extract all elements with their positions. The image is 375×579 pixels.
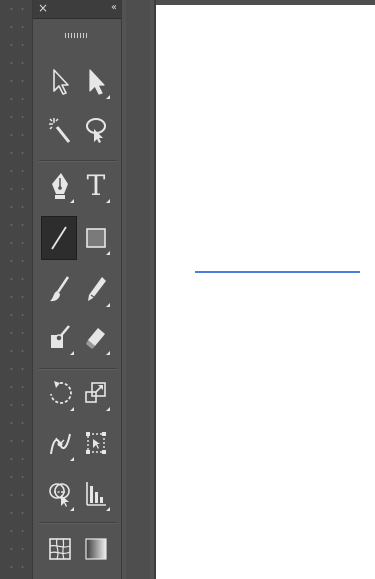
tools-panel: × ‹‹ T xyxy=(32,0,122,579)
free-transform-icon xyxy=(86,432,106,454)
tool-flyout-indicator xyxy=(70,457,74,461)
close-icon[interactable]: × xyxy=(38,1,48,15)
tool-flyout-indicator xyxy=(106,199,110,203)
eraser-tool[interactable] xyxy=(79,318,113,358)
toolbar-separator xyxy=(39,522,117,523)
lasso-tool[interactable] xyxy=(79,110,113,150)
scale-tool[interactable] xyxy=(79,374,113,414)
width-tool[interactable] xyxy=(43,424,77,464)
tool-flyout-indicator xyxy=(70,407,74,411)
type-tool[interactable]: T xyxy=(79,166,113,206)
gradient-icon xyxy=(85,538,107,560)
pencil-icon xyxy=(88,277,106,301)
white-arrow-pointer-icon xyxy=(89,69,105,95)
rectangle-tool[interactable] xyxy=(79,218,113,258)
toolbar-separator xyxy=(39,368,117,369)
ruler-dots xyxy=(10,0,13,579)
paintbrush-tool[interactable] xyxy=(43,270,77,310)
dock-strip xyxy=(126,0,150,579)
tool-flyout-indicator xyxy=(106,507,110,511)
arrow-pointer-icon xyxy=(53,69,69,95)
tool-flyout-indicator xyxy=(70,199,74,203)
shape-builder-2-tool[interactable] xyxy=(43,474,77,514)
tool-flyout-indicator xyxy=(106,407,110,411)
graph-tool[interactable] xyxy=(79,474,113,514)
toolbar-separator xyxy=(39,160,117,161)
document-tab-edge xyxy=(156,0,375,5)
direct-selection-tool[interactable] xyxy=(79,62,113,102)
magic-wand-tool[interactable] xyxy=(43,110,77,150)
rotate-tool[interactable] xyxy=(43,374,77,414)
tool-flyout-indicator xyxy=(70,507,74,511)
tool-flyout-indicator xyxy=(70,351,74,355)
scale-icon xyxy=(85,382,106,403)
rectangle-icon xyxy=(86,228,106,248)
line-segment-icon xyxy=(51,226,67,250)
mesh-icon xyxy=(49,538,71,560)
tool-flyout-indicator xyxy=(106,303,110,307)
paintbrush-icon xyxy=(50,276,70,302)
lasso-icon xyxy=(86,118,106,143)
gradient-tool[interactable] xyxy=(79,530,113,570)
type-icon: T xyxy=(86,169,106,202)
mesh-tool[interactable] xyxy=(43,530,77,570)
free-transform-tool[interactable] xyxy=(79,424,113,464)
panel-grip-handle[interactable] xyxy=(65,33,89,38)
brush-bucket-icon xyxy=(51,325,70,348)
ruler-dots xyxy=(21,0,24,579)
artboard-canvas[interactable] xyxy=(154,0,375,579)
collapse-panel-icon[interactable]: ‹‹ xyxy=(111,2,117,14)
line-segment-tool[interactable] xyxy=(41,216,77,260)
rotate-icon xyxy=(50,381,72,404)
tool-flyout-indicator xyxy=(106,95,110,99)
magic-wand-icon xyxy=(49,118,71,143)
shape-builder-tool[interactable] xyxy=(43,318,77,358)
tool-flyout-indicator xyxy=(106,351,110,355)
drawn-line-segment[interactable] xyxy=(195,271,360,273)
pencil-tool[interactable] xyxy=(79,270,113,310)
column-graph-icon xyxy=(86,482,106,506)
tool-flyout-indicator xyxy=(106,251,110,255)
selection-tool[interactable] xyxy=(43,62,77,102)
pen-nib-icon xyxy=(52,173,68,199)
eraser-icon xyxy=(86,328,105,349)
shape-builder-icon xyxy=(49,483,70,507)
width-tool-icon xyxy=(50,433,71,455)
panel-titlebar[interactable]: × ‹‹ xyxy=(33,0,121,19)
panel-dock-gutter xyxy=(122,0,154,579)
pen-tool[interactable] xyxy=(43,166,77,206)
